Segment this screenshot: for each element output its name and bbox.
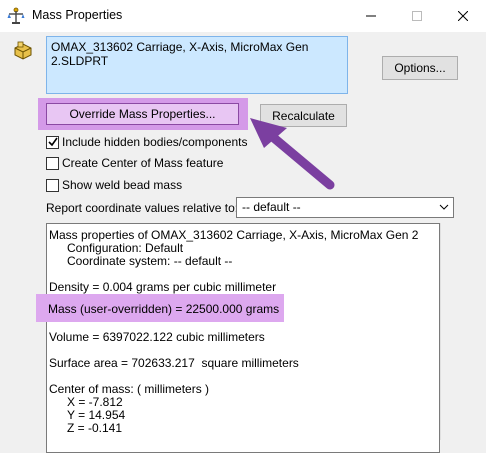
results-com-x: X = -7.812: [67, 395, 123, 409]
results-surface-area: Surface area = 702633.217 square millime…: [49, 356, 299, 370]
show-weld-checkbox[interactable]: [46, 178, 59, 192]
part-icon: [14, 41, 32, 60]
results-header: Mass properties of OMAX_313602 Carriage,…: [49, 228, 419, 242]
maximize-icon: [412, 11, 422, 21]
coordinate-system-value: -- default --: [242, 200, 301, 214]
coordinate-system-label: Report coordinate values relative to:: [46, 201, 239, 215]
minimize-button[interactable]: [348, 0, 394, 32]
results-com-z: Z = -0.141: [67, 421, 123, 435]
include-hidden-checkbox-row[interactable]: Include hidden bodies/components: [46, 134, 247, 150]
include-hidden-label: Include hidden bodies/components: [62, 135, 248, 149]
results-density: Density = 0.004 grams per cubic millimet…: [49, 280, 277, 294]
maximize-button[interactable]: [394, 0, 440, 32]
results-scrollbar[interactable]: [440, 223, 458, 440]
results-com-header: Center of mass: ( millimeters ): [49, 382, 210, 396]
results-com-y: Y = 14.954: [67, 408, 126, 422]
options-button[interactable]: Options...: [382, 56, 458, 80]
close-icon: [458, 11, 468, 21]
recalculate-button[interactable]: Recalculate: [260, 104, 347, 127]
title-bar: Mass Properties: [0, 0, 486, 32]
results-configuration: Configuration: Default: [67, 241, 184, 255]
override-mass-properties-button[interactable]: Override Mass Properties...: [46, 103, 239, 125]
minimize-icon: [366, 15, 376, 17]
include-hidden-checkbox[interactable]: [46, 135, 59, 149]
results-coordinate-system: Coordinate system: -- default --: [67, 254, 233, 268]
close-button[interactable]: [440, 0, 486, 32]
window-title: Mass Properties: [32, 8, 123, 22]
selected-item[interactable]: OMAX_313602 Carriage, X-Axis, MicroMax G…: [51, 40, 343, 68]
create-com-checkbox[interactable]: [46, 156, 59, 170]
selected-items-list[interactable]: OMAX_313602 Carriage, X-Axis, MicroMax G…: [46, 36, 348, 94]
show-weld-checkbox-row[interactable]: Show weld bead mass: [46, 177, 182, 193]
show-weld-label: Show weld bead mass: [62, 178, 183, 192]
results-mass: Mass (user-overridden) = 22500.000 grams: [48, 302, 280, 316]
checkmark-icon: [47, 137, 58, 147]
chevron-down-icon: [439, 204, 449, 210]
mass-properties-icon: [7, 7, 25, 24]
create-com-label: Create Center of Mass feature: [62, 156, 224, 170]
results-textbox[interactable]: Mass properties of OMAX_313602 Carriage,…: [46, 223, 440, 453]
create-com-checkbox-row[interactable]: Create Center of Mass feature: [46, 155, 223, 171]
coordinate-system-dropdown[interactable]: -- default --: [236, 197, 454, 218]
results-volume: Volume = 6397022.122 cubic millimeters: [49, 330, 265, 344]
